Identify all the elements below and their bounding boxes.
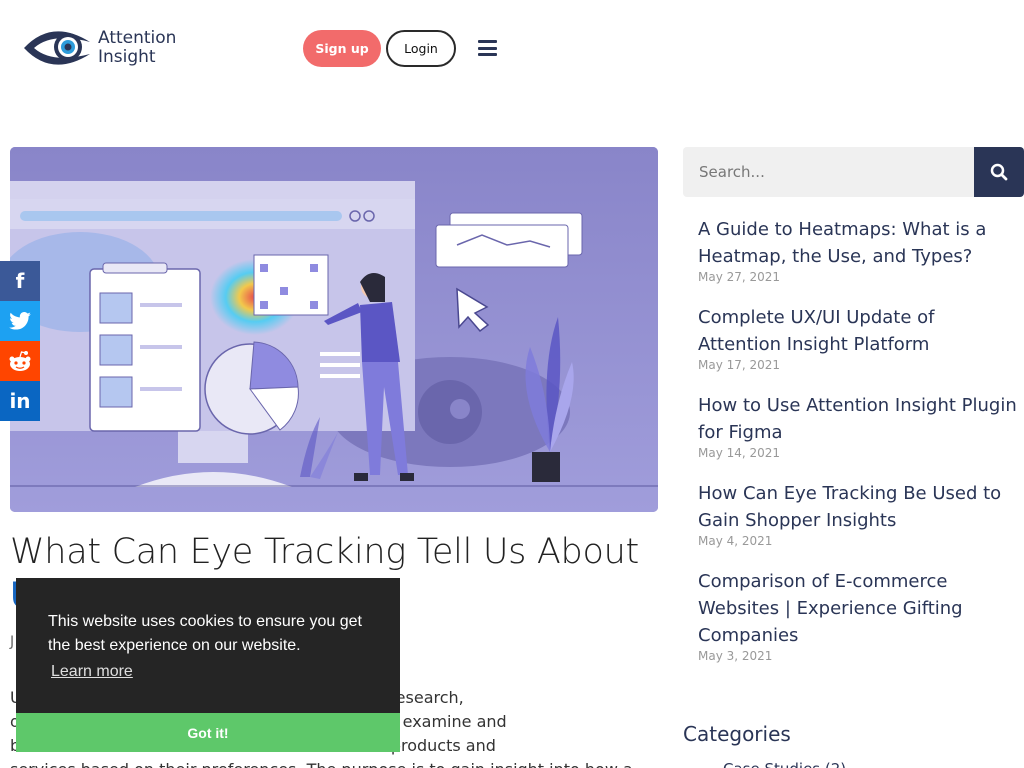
search-button[interactable]	[974, 147, 1024, 197]
search-input[interactable]	[683, 147, 974, 197]
recent-posts: A Guide to Heatmaps: What is a Heatmap, …	[698, 216, 1018, 683]
recent-post: Complete UX/UI Update of Attention Insig…	[698, 304, 1018, 372]
login-button[interactable]: Login	[386, 30, 456, 67]
logo-text: Attention Insight	[98, 29, 176, 67]
logo-line1: Attention	[98, 28, 177, 48]
social-share-bar: f in	[0, 261, 40, 421]
category-link[interactable]: Case Studies (2)	[723, 760, 846, 768]
article-meta: J	[10, 634, 15, 650]
accept-cookies-button[interactable]: Got it!	[16, 713, 400, 752]
signup-button[interactable]: Sign up	[303, 30, 381, 67]
recent-post-title[interactable]: Complete UX/UI Update of Attention Insig…	[698, 304, 1018, 358]
recent-post: A Guide to Heatmaps: What is a Heatmap, …	[698, 216, 1018, 284]
cookie-banner: This website uses cookies to ensure you …	[16, 578, 400, 752]
recent-post-title[interactable]: How to Use Attention Insight Plugin for …	[698, 392, 1018, 446]
recent-post: How to Use Attention Insight Plugin for …	[698, 392, 1018, 460]
logo[interactable]: Attention Insight	[22, 20, 176, 76]
page: Attention Insight Sign up Login f in Wha…	[0, 0, 1024, 768]
learn-more-link[interactable]: Learn more	[51, 663, 133, 681]
recent-post-date: May 4, 2021	[698, 534, 773, 548]
linkedin-share-button[interactable]: in	[0, 381, 40, 421]
recent-post-date: May 27, 2021	[698, 270, 781, 284]
logo-line2: Insight	[98, 47, 156, 67]
linkedin-icon: in	[9, 389, 31, 413]
facebook-share-button[interactable]: f	[0, 261, 40, 301]
article-title: What Can Eye Tracking Tell Us About	[10, 532, 639, 572]
recent-post-date: May 17, 2021	[698, 358, 781, 372]
hero-image	[10, 147, 658, 512]
reddit-share-button[interactable]	[0, 341, 40, 381]
search-form	[683, 147, 1024, 197]
reddit-icon	[9, 351, 31, 371]
article-body-line: services based on their preferences. The…	[10, 758, 650, 768]
twitter-share-button[interactable]	[0, 301, 40, 341]
recent-post: Comparison of E-commerce Websites | Expe…	[698, 568, 1018, 663]
recent-post-title[interactable]: A Guide to Heatmaps: What is a Heatmap, …	[698, 216, 1018, 270]
categories-heading: Categories	[683, 722, 791, 746]
hamburger-icon[interactable]	[478, 40, 497, 56]
recent-post-date: May 3, 2021	[698, 649, 773, 663]
recent-post-title[interactable]: How Can Eye Tracking Be Used to Gain Sho…	[698, 480, 1018, 534]
eye-logo-icon	[24, 31, 90, 65]
search-icon	[990, 163, 1008, 181]
recent-post: How Can Eye Tracking Be Used to Gain Sho…	[698, 480, 1018, 548]
recent-post-title[interactable]: Comparison of E-commerce Websites | Expe…	[698, 568, 1018, 649]
cookie-message: This website uses cookies to ensure you …	[48, 613, 362, 654]
twitter-icon	[9, 312, 31, 330]
recent-post-date: May 14, 2021	[698, 446, 781, 460]
facebook-icon: f	[15, 269, 25, 293]
